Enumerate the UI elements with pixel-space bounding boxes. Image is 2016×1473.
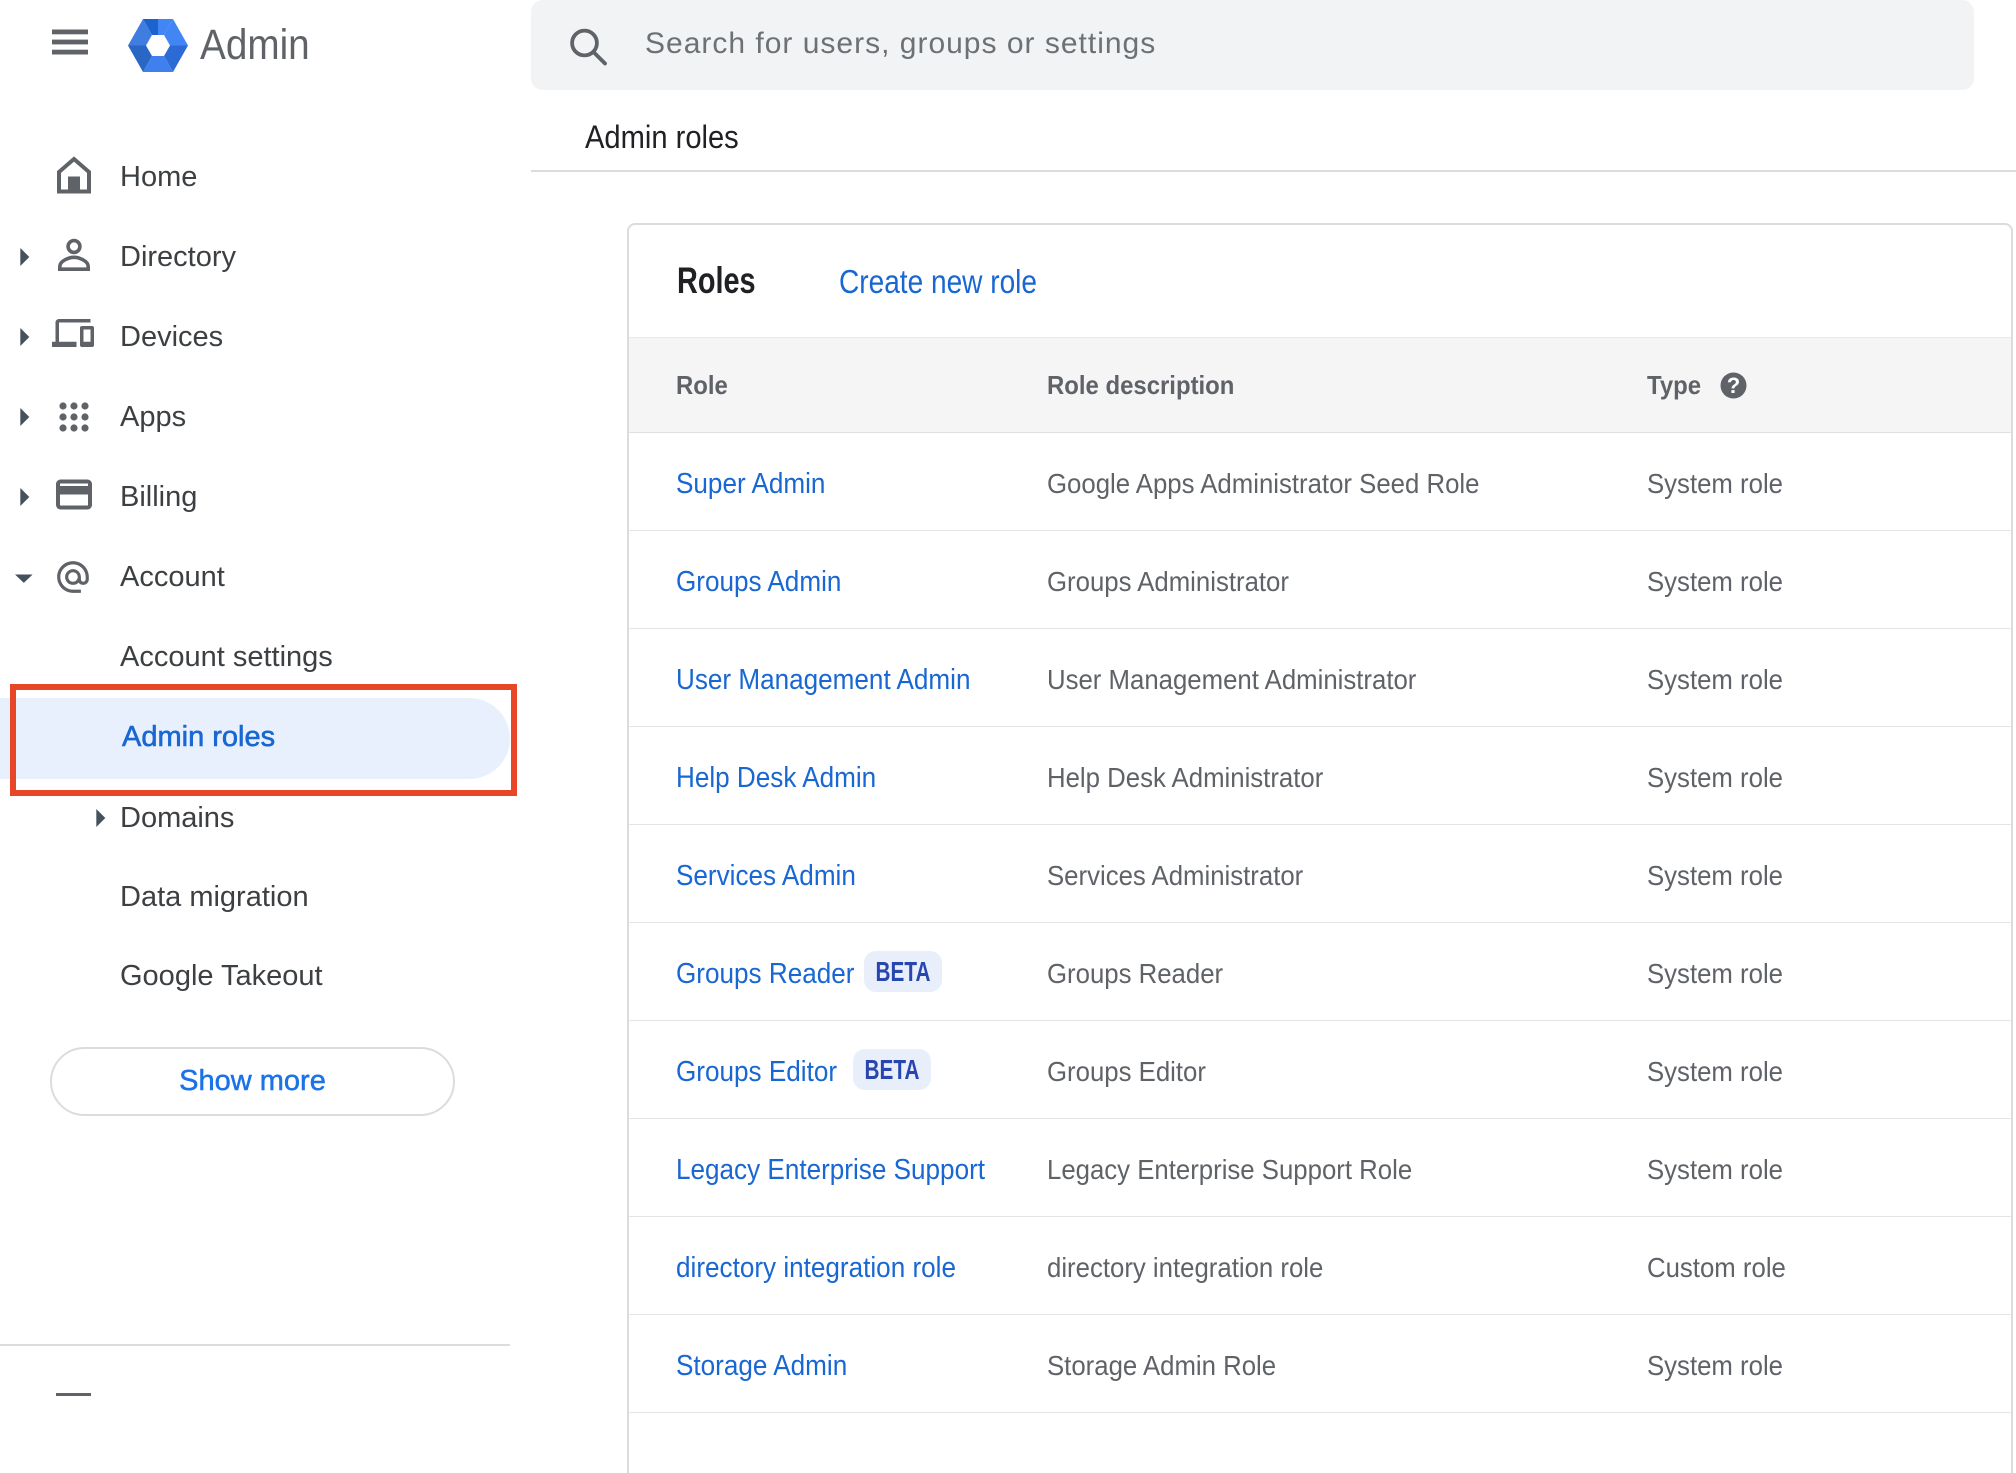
- svg-text:?: ?: [1727, 373, 1740, 398]
